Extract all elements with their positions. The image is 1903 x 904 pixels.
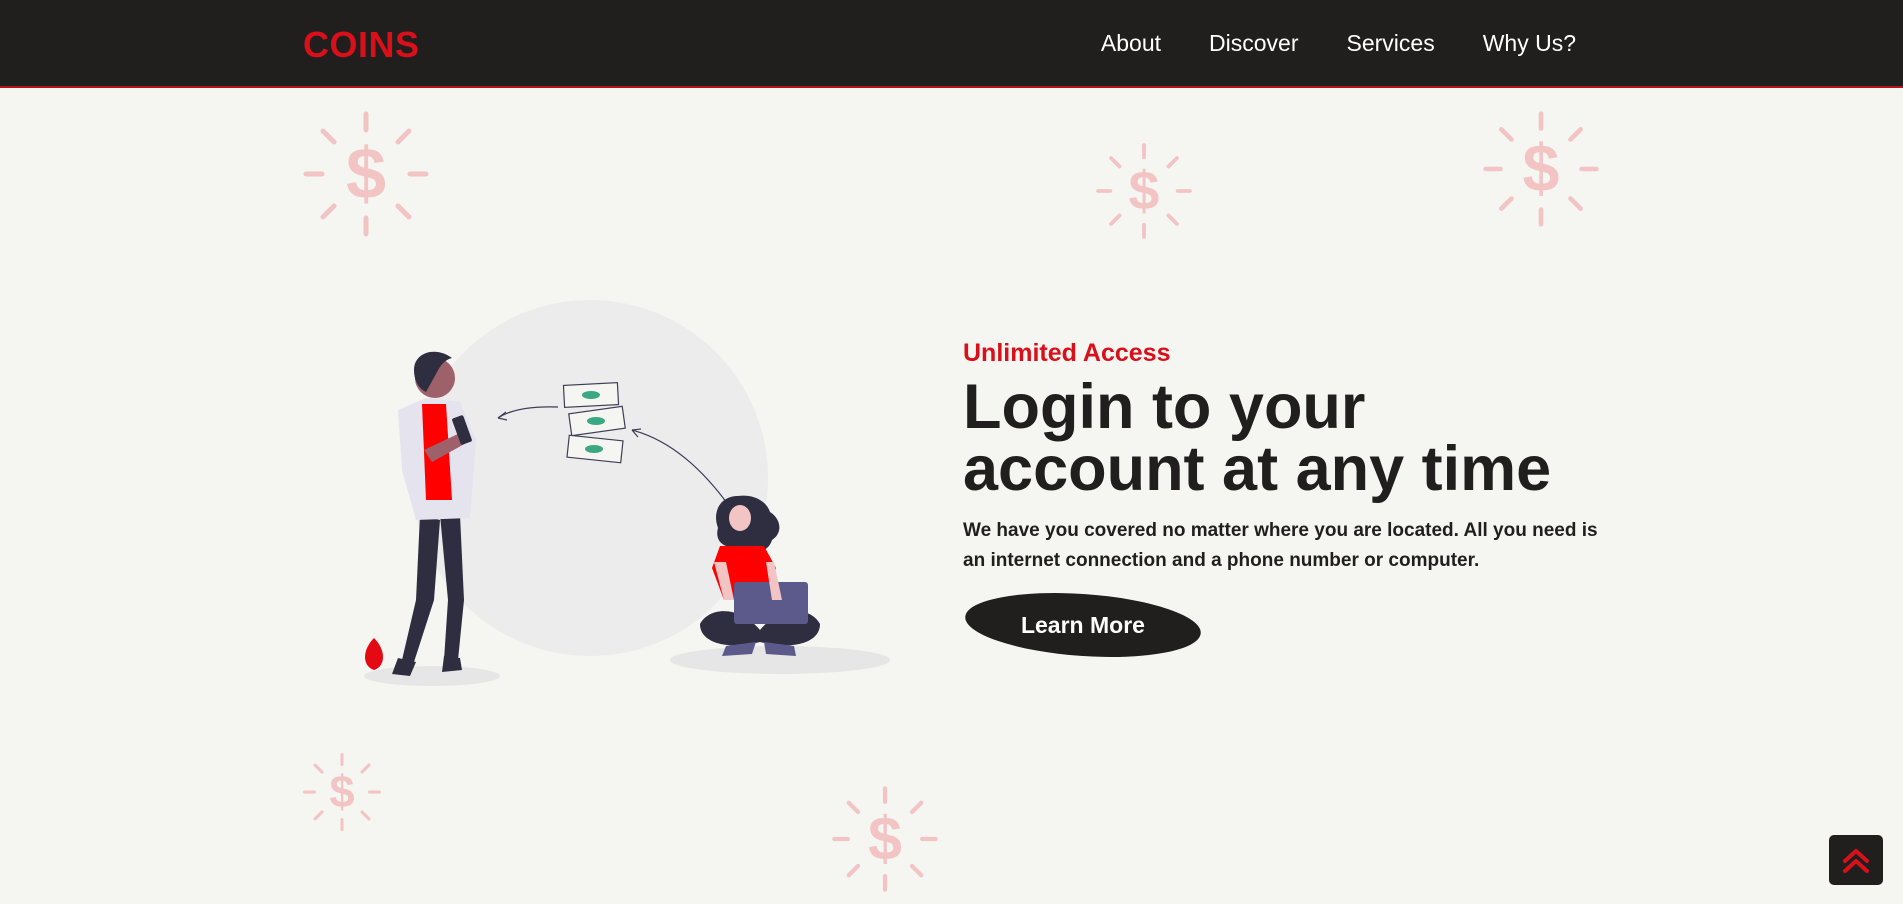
dollar-sun-icon: $ [831,785,939,893]
nav-link-discover[interactable]: Discover [1209,28,1298,58]
learn-more-button[interactable]: Learn More [963,585,1203,665]
hero-lead: We have you covered no matter where you … [963,520,1598,571]
hero-headline: Login to your account at any time [963,372,1552,504]
scroll-to-top-button[interactable] [1829,835,1883,885]
svg-text:$: $ [1523,132,1560,206]
svg-text:$: $ [329,766,354,817]
hero-eyebrow: Unlimited Access [963,339,1171,367]
learn-more-label: Learn More [1021,611,1145,638]
dollar-sun-icon: $ [302,110,430,238]
money-bills-icon [562,381,626,464]
nav-link-about[interactable]: About [1101,28,1161,58]
dollar-sun-icon: $ [302,752,382,832]
navbar: COINS About Discover Services Why Us? [0,0,1903,88]
hero-illustration [340,300,900,700]
nav-link-why-us[interactable]: Why Us? [1483,28,1576,58]
nav-link-services[interactable]: Services [1347,28,1435,58]
svg-text:$: $ [1129,159,1160,221]
nav-links: About Discover Services Why Us? [1101,28,1576,58]
dollar-sun-icon: $ [1482,110,1600,228]
dollar-sun-icon: $ [1095,142,1193,240]
svg-text:$: $ [346,134,386,214]
svg-text:$: $ [868,804,902,872]
woman-figure [700,495,820,656]
logo[interactable]: COINS [303,24,420,66]
double-chevron-up-icon [1843,849,1869,873]
